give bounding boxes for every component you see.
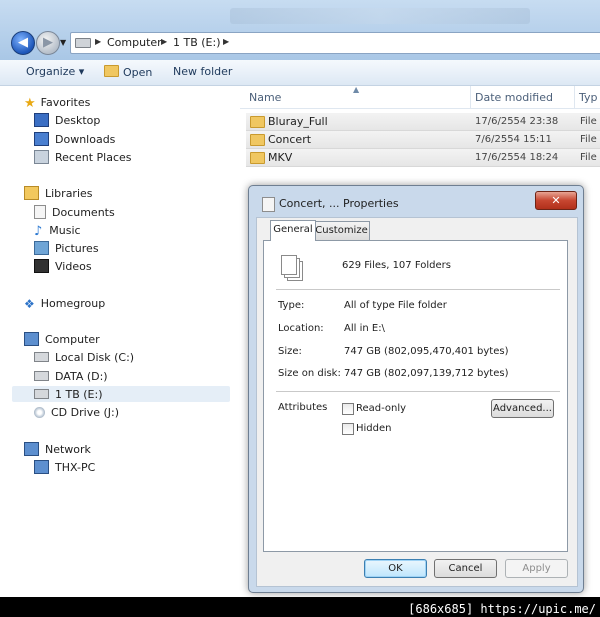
properties-document-icon <box>262 197 275 212</box>
navpane-drive-e-selected[interactable]: 1 TB (E:) <box>12 386 230 402</box>
size-on-disk-value: 747 GB (802,097,139,712 bytes) <box>344 368 509 379</box>
divider <box>276 289 560 290</box>
pictures-icon <box>34 241 49 255</box>
navpane-computer[interactable]: Computer <box>24 331 100 347</box>
back-arrow-icon: ◀ <box>18 35 28 50</box>
file-row[interactable]: Concert 7/6/2554 15:11 File <box>246 131 600 149</box>
properties-dialog: Concert, ... Properties ✕ General Custom… <box>248 185 584 593</box>
navpane-downloads[interactable]: Downloads <box>34 131 115 147</box>
general-tab-panel: 629 Files, 107 Folders Type: All of type… <box>263 240 568 552</box>
tab-general[interactable]: General <box>270 220 316 241</box>
command-bar: Organize ▾ Open New folder <box>0 60 600 86</box>
folder-icon <box>250 152 265 164</box>
music-note-icon: ♪ <box>34 224 43 239</box>
tab-customize[interactable]: Customize <box>313 221 370 240</box>
file-row[interactable]: MKV 17/6/2554 18:24 File <box>246 149 600 167</box>
dialog-body: General Customize 629 Files, 107 Folders… <box>256 217 578 587</box>
size-on-disk-label: Size on disk: <box>278 368 341 379</box>
navpane-cd-drive-j[interactable]: CD Drive (J:) <box>34 404 119 420</box>
drive-icon <box>75 38 91 48</box>
type-value: All of type File folder <box>344 300 447 311</box>
size-value: 747 GB (802,095,470,401 bytes) <box>344 346 509 357</box>
navpane-local-disk-c[interactable]: Local Disk (C:) <box>34 349 134 365</box>
attributes-label: Attributes <box>278 402 328 413</box>
back-button[interactable]: ◀ <box>11 31 35 55</box>
breadcrumb-chevron-icon[interactable]: ▶ <box>223 37 229 46</box>
recent-pages-chevron-down-icon[interactable]: ▼ <box>60 38 66 47</box>
star-icon: ★ <box>24 96 36 111</box>
computer-icon <box>34 460 49 474</box>
hidden-label: Hidden <box>356 423 392 434</box>
navpane-homegroup[interactable]: ❖ Homegroup <box>24 295 105 312</box>
hidden-checkbox[interactable] <box>342 423 354 435</box>
readonly-checkbox[interactable] <box>342 403 354 415</box>
readonly-label: Read-only <box>356 403 407 414</box>
column-type[interactable]: Typ <box>579 91 598 104</box>
folder-icon <box>250 134 265 146</box>
dialog-title: Concert, ... Properties <box>279 197 399 210</box>
recent-places-icon <box>34 150 49 164</box>
navpane-recent-places[interactable]: Recent Places <box>34 149 132 165</box>
sort-ascending-icon: ▲ <box>353 85 360 94</box>
folder-icon <box>250 116 265 128</box>
new-folder-button[interactable]: New folder <box>173 65 232 78</box>
apply-button[interactable]: Apply <box>505 559 568 578</box>
location-value: All in E:\ <box>344 323 385 334</box>
cd-drive-icon <box>34 406 45 418</box>
type-label: Type: <box>278 300 305 311</box>
navigation-pane: ★ Favorites Desktop Downloads Recent Plac… <box>0 86 240 597</box>
navigation-bar: ◀ ▶ ▼ ▶ Computer ▶ 1 TB (E:) ▶ <box>0 0 600 60</box>
hard-drive-icon <box>34 371 49 381</box>
navpane-documents[interactable]: Documents <box>34 204 115 220</box>
open-button[interactable]: Open <box>104 65 152 79</box>
navpane-network[interactable]: Network <box>24 441 91 457</box>
selection-summary: 629 Files, 107 Folders <box>342 260 451 271</box>
advanced-button[interactable]: Advanced... <box>491 399 554 418</box>
column-divider[interactable] <box>574 86 575 108</box>
computer-icon <box>24 332 39 346</box>
breadcrumb-chevron-icon[interactable]: ▶ <box>95 37 101 46</box>
hard-drive-icon <box>34 389 49 399</box>
hard-drive-icon <box>34 352 49 362</box>
ok-button[interactable]: OK <box>364 559 427 578</box>
navpane-favorites[interactable]: ★ Favorites <box>24 94 90 112</box>
cancel-button[interactable]: Cancel <box>434 559 497 578</box>
desktop-icon <box>34 113 49 127</box>
navpane-desktop[interactable]: Desktop <box>34 112 100 128</box>
navpane-pictures[interactable]: Pictures <box>34 240 99 256</box>
organize-button[interactable]: Organize ▾ <box>26 65 84 78</box>
navpane-thx-pc[interactable]: THX-PC <box>34 459 95 475</box>
documents-icon <box>34 205 46 219</box>
downloads-icon <box>34 132 49 146</box>
forward-button[interactable]: ▶ <box>36 31 60 55</box>
videos-icon <box>34 259 49 273</box>
breadcrumb-computer[interactable]: Computer <box>107 36 162 49</box>
libraries-icon <box>24 186 39 200</box>
network-icon <box>24 442 39 456</box>
column-date-modified[interactable]: Date modified <box>475 91 553 104</box>
location-label: Location: <box>278 323 324 334</box>
close-button[interactable]: ✕ <box>535 191 577 210</box>
navpane-music[interactable]: ♪ Music <box>34 222 81 240</box>
column-header-row: ▲ Name Date modified Typ <box>240 85 600 109</box>
forward-arrow-icon: ▶ <box>43 35 53 50</box>
file-row[interactable]: Bluray_Full 17/6/2554 23:38 File <box>246 113 600 131</box>
upload-watermark: [686x685] https://upic.me/ <box>408 602 596 616</box>
column-divider[interactable] <box>470 86 471 108</box>
explorer-window: ◀ ▶ ▼ ▶ Computer ▶ 1 TB (E:) ▶ Organize … <box>0 0 600 597</box>
divider <box>276 391 560 392</box>
open-button-label: Open <box>123 66 153 79</box>
open-folder-icon <box>104 65 119 77</box>
multiple-files-icon <box>281 255 297 275</box>
size-label: Size: <box>278 346 302 357</box>
navpane-libraries[interactable]: Libraries <box>24 185 93 201</box>
column-name[interactable]: Name <box>249 91 281 104</box>
homegroup-icon: ❖ <box>24 297 35 311</box>
navpane-data-d[interactable]: DATA (D:) <box>34 368 108 384</box>
address-bar[interactable]: ▶ Computer ▶ 1 TB (E:) ▶ <box>70 32 600 54</box>
breadcrumb-drive-e[interactable]: 1 TB (E:) <box>173 36 221 49</box>
navpane-videos[interactable]: Videos <box>34 258 92 274</box>
blurred-title-area <box>230 8 530 24</box>
breadcrumb-chevron-icon[interactable]: ▶ <box>161 37 167 46</box>
